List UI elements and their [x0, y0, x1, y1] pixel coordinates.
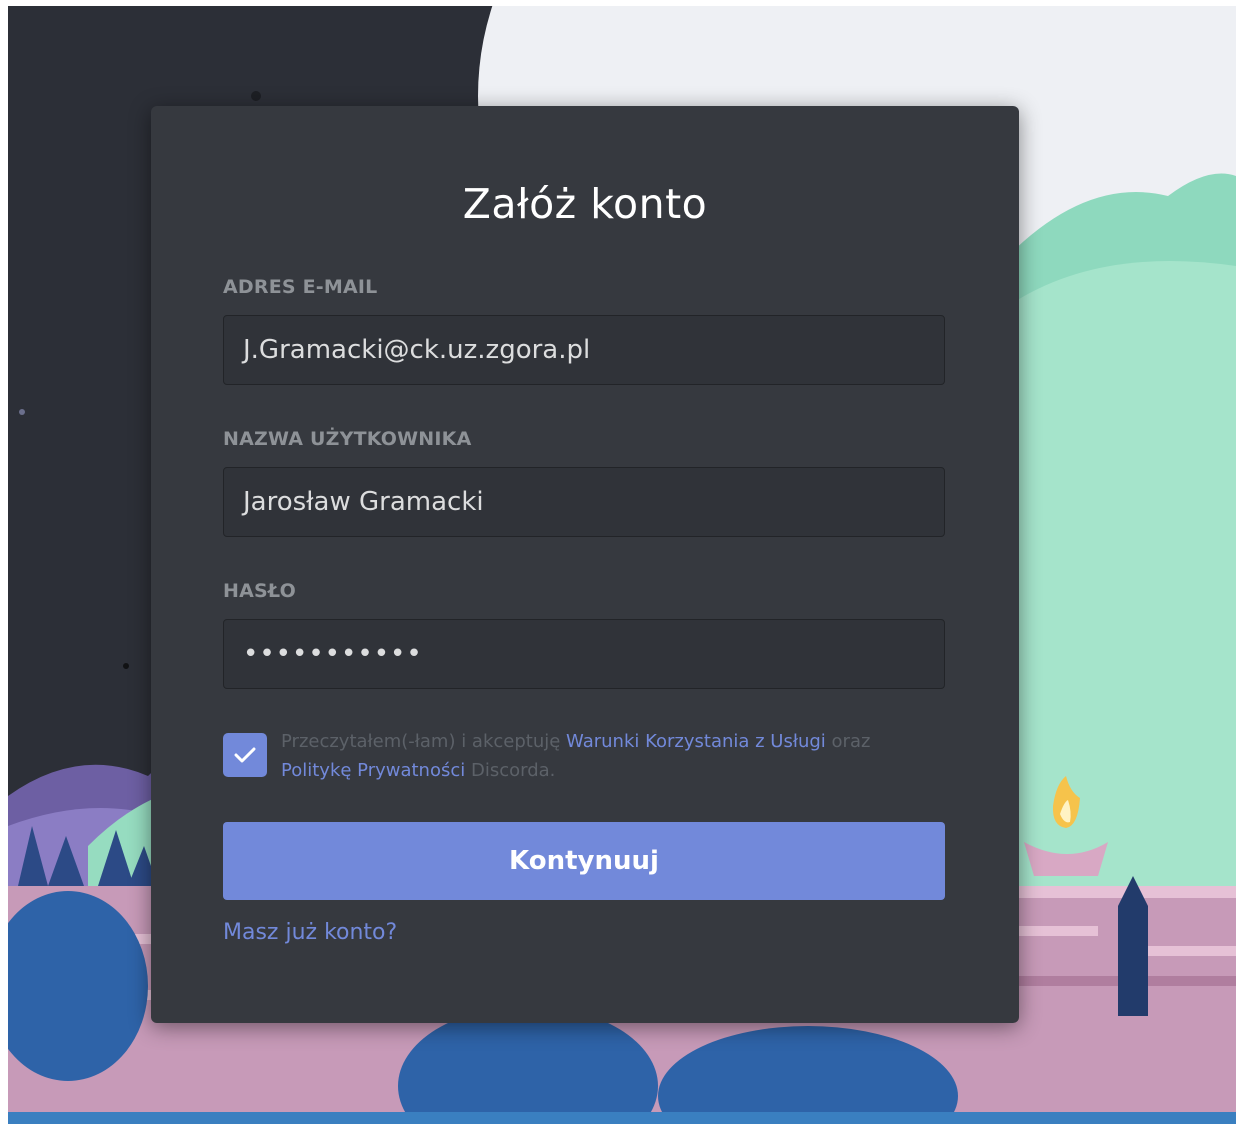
password-label: HASŁO — [223, 580, 296, 602]
privacy-policy-link[interactable]: Politykę Prywatności — [281, 760, 465, 781]
terms-text: Przeczytałem(-łam) i akceptuję Warunki K… — [281, 727, 921, 785]
terms-of-service-link[interactable]: Warunki Korzystania z Usługi — [566, 731, 826, 752]
email-label: ADRES E-MAIL — [223, 276, 378, 298]
terms-text-2: oraz — [825, 731, 871, 752]
terms-text-1: Przeczytałem(-łam) i akceptuję — [281, 731, 567, 752]
password-field[interactable]: ••••••••••• — [223, 619, 945, 689]
register-modal: Załóż konto ADRES E-MAIL J.Gramacki@ck.u… — [151, 106, 1019, 1023]
terms-text-3: Discorda. — [465, 760, 556, 781]
login-link[interactable]: Masz już konto? — [223, 920, 397, 945]
page-background: Załóż konto ADRES E-MAIL J.Gramacki@ck.u… — [8, 6, 1236, 1124]
username-label: NAZWA UŻYTKOWNIKA — [223, 428, 472, 450]
continue-button[interactable]: Kontynuuj — [223, 822, 945, 900]
email-field[interactable]: J.Gramacki@ck.uz.zgora.pl — [223, 315, 945, 385]
username-field[interactable]: Jarosław Gramacki — [223, 467, 945, 537]
page-title: Załóż konto — [462, 180, 708, 228]
terms-checkbox[interactable] — [223, 733, 267, 777]
check-icon — [234, 747, 256, 763]
